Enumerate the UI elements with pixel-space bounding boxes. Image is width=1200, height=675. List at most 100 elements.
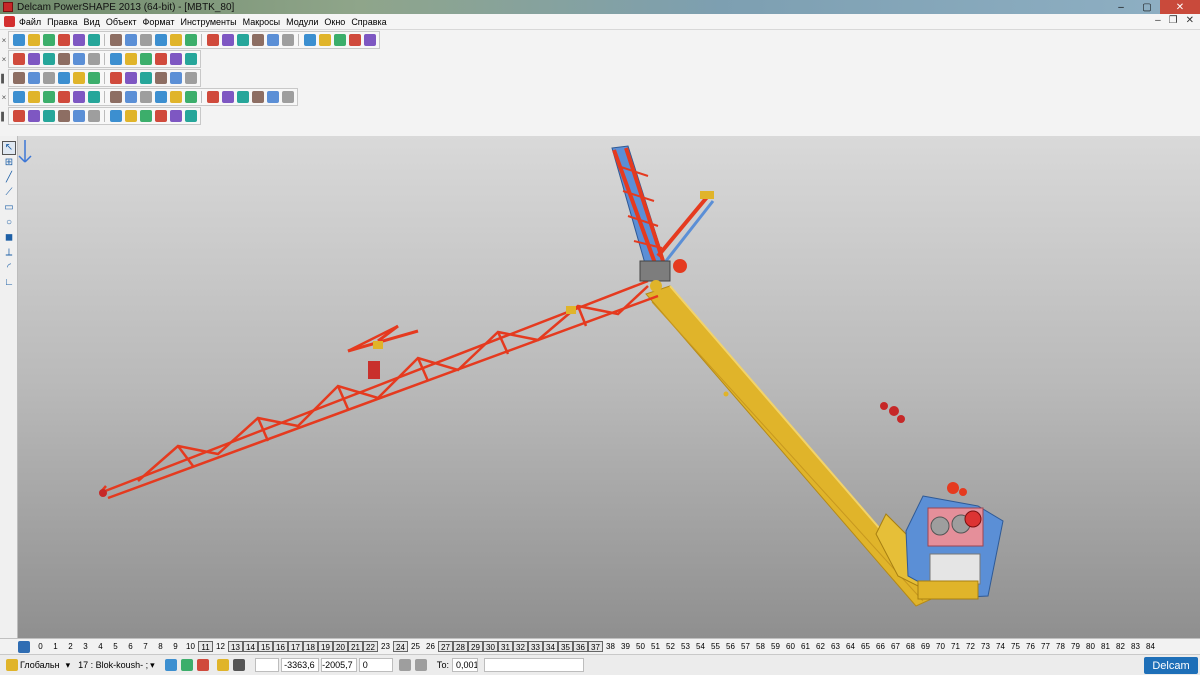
level-77[interactable]: 77 — [1038, 641, 1053, 652]
level-57[interactable]: 57 — [738, 641, 753, 652]
level-23[interactable]: 23 — [378, 641, 393, 652]
level-65[interactable]: 65 — [858, 641, 873, 652]
level-5[interactable]: 5 — [108, 641, 123, 652]
sphere-red-icon[interactable] — [72, 72, 85, 84]
copy-icon[interactable] — [124, 34, 137, 46]
light-icon[interactable] — [169, 53, 182, 65]
mdi-restore-button[interactable]: ❐ — [1169, 15, 1178, 26]
level-36[interactable]: 36 — [573, 641, 588, 652]
redo-icon[interactable] — [184, 34, 197, 46]
curve-x-icon[interactable] — [27, 110, 40, 122]
level-54[interactable]: 54 — [693, 641, 708, 652]
menu-file[interactable]: Файл — [19, 17, 46, 27]
zoom-in-icon[interactable] — [72, 53, 85, 65]
level-32[interactable]: 32 — [513, 641, 528, 652]
shield-green-icon[interactable] — [154, 110, 167, 122]
level-16[interactable]: 16 — [273, 641, 288, 652]
level-52[interactable]: 52 — [663, 641, 678, 652]
level-19[interactable]: 19 — [318, 641, 333, 652]
zoom-out-icon[interactable] — [87, 53, 100, 65]
level-26[interactable]: 26 — [423, 641, 438, 652]
view-iso1-icon[interactable] — [12, 53, 25, 65]
level-28[interactable]: 28 — [453, 641, 468, 652]
level-30[interactable]: 30 — [483, 641, 498, 652]
level-29[interactable]: 29 — [468, 641, 483, 652]
view-solid-box-icon[interactable] — [42, 91, 55, 103]
level-0[interactable]: 0 — [33, 641, 48, 652]
level-76[interactable]: 76 — [1023, 641, 1038, 652]
toolbar-grip[interactable]: × — [0, 89, 8, 105]
sphere-grey-icon[interactable] — [12, 110, 25, 122]
grid-icon[interactable] — [232, 659, 245, 671]
level-55[interactable]: 55 — [708, 641, 723, 652]
multi-select-icon[interactable]: ⊞ — [3, 157, 15, 169]
dimension-icon[interactable]: ⟂ — [3, 247, 15, 259]
level-9[interactable]: 9 — [168, 641, 183, 652]
lasso-select-icon[interactable] — [251, 34, 264, 46]
solid-green-icon[interactable] — [57, 110, 70, 122]
level-18[interactable]: 18 — [303, 641, 318, 652]
level-12[interactable]: 12 — [213, 641, 228, 652]
select-icon[interactable] — [164, 659, 177, 671]
level-38[interactable]: 38 — [603, 641, 618, 652]
menu-modules[interactable]: Модули — [286, 17, 323, 27]
view-surface4-icon[interactable] — [169, 91, 182, 103]
status-workplane[interactable]: Глобальн ▾ — [0, 659, 74, 671]
quick-select-icon[interactable] — [196, 659, 209, 671]
menu-help[interactable]: Справка — [351, 17, 391, 27]
level-icon[interactable] — [27, 72, 40, 84]
level-2[interactable]: 2 — [63, 641, 78, 652]
workplane-icon[interactable] — [12, 72, 25, 84]
calculator-icon[interactable] — [398, 659, 411, 671]
view-wire-off-icon[interactable] — [12, 91, 25, 103]
zoom-all-icon[interactable] — [109, 53, 122, 65]
minimize-button[interactable]: – — [1108, 0, 1134, 14]
view-surface1-icon[interactable] — [124, 91, 137, 103]
menu-window[interactable]: Окно — [324, 17, 350, 27]
new-file-icon[interactable] — [12, 34, 25, 46]
close-button[interactable]: ✕ — [1160, 0, 1200, 14]
level-35[interactable]: 35 — [558, 641, 573, 652]
grid-icon[interactable] — [42, 72, 55, 84]
mdi-minimize-button[interactable]: – — [1155, 15, 1161, 26]
arrow-green-icon[interactable] — [109, 72, 122, 84]
view-solid-icon[interactable] — [154, 53, 167, 65]
level-79[interactable]: 79 — [1068, 641, 1083, 652]
level-53[interactable]: 53 — [678, 641, 693, 652]
level-66[interactable]: 66 — [873, 641, 888, 652]
level-63[interactable]: 63 — [828, 641, 843, 652]
cut-icon[interactable] — [109, 34, 122, 46]
tolerance-value[interactable]: 0,001 — [452, 658, 478, 672]
level-68[interactable]: 68 — [903, 641, 918, 652]
level-39[interactable]: 39 — [618, 641, 633, 652]
select-arrow-icon[interactable]: ↖ — [2, 141, 16, 155]
view-sect3-icon[interactable] — [281, 91, 294, 103]
maximize-button[interactable]: ▢ — [1134, 0, 1160, 14]
view-copy-icon[interactable] — [109, 91, 122, 103]
view-top-icon[interactable] — [57, 53, 70, 65]
level-82[interactable]: 82 — [1113, 641, 1128, 652]
level-60[interactable]: 60 — [783, 641, 798, 652]
tools-icon[interactable] — [216, 659, 229, 671]
cube-yellow-icon[interactable] — [124, 72, 137, 84]
solid-box-icon[interactable] — [87, 110, 100, 122]
level-25[interactable]: 25 — [408, 641, 423, 652]
view-hidden-icon[interactable] — [57, 91, 70, 103]
level-62[interactable]: 62 — [813, 641, 828, 652]
circle-select-icon[interactable] — [266, 34, 279, 46]
level-21[interactable]: 21 — [348, 641, 363, 652]
toolbar-grip[interactable]: ▌ — [0, 108, 8, 124]
toolbar-grip[interactable]: × — [0, 32, 8, 48]
open-model-icon[interactable] — [42, 34, 55, 46]
level-72[interactable]: 72 — [963, 641, 978, 652]
level-61[interactable]: 61 — [798, 641, 813, 652]
level-71[interactable]: 71 — [948, 641, 963, 652]
save-as-icon[interactable] — [72, 34, 85, 46]
level-75[interactable]: 75 — [1008, 641, 1023, 652]
snap-icon[interactable] — [57, 72, 70, 84]
arc-icon[interactable]: ◜ — [3, 262, 15, 274]
level-51[interactable]: 51 — [648, 641, 663, 652]
level-64[interactable]: 64 — [843, 641, 858, 652]
toolbar-grip[interactable]: ▌ — [0, 70, 8, 86]
group-icon[interactable] — [169, 72, 182, 84]
